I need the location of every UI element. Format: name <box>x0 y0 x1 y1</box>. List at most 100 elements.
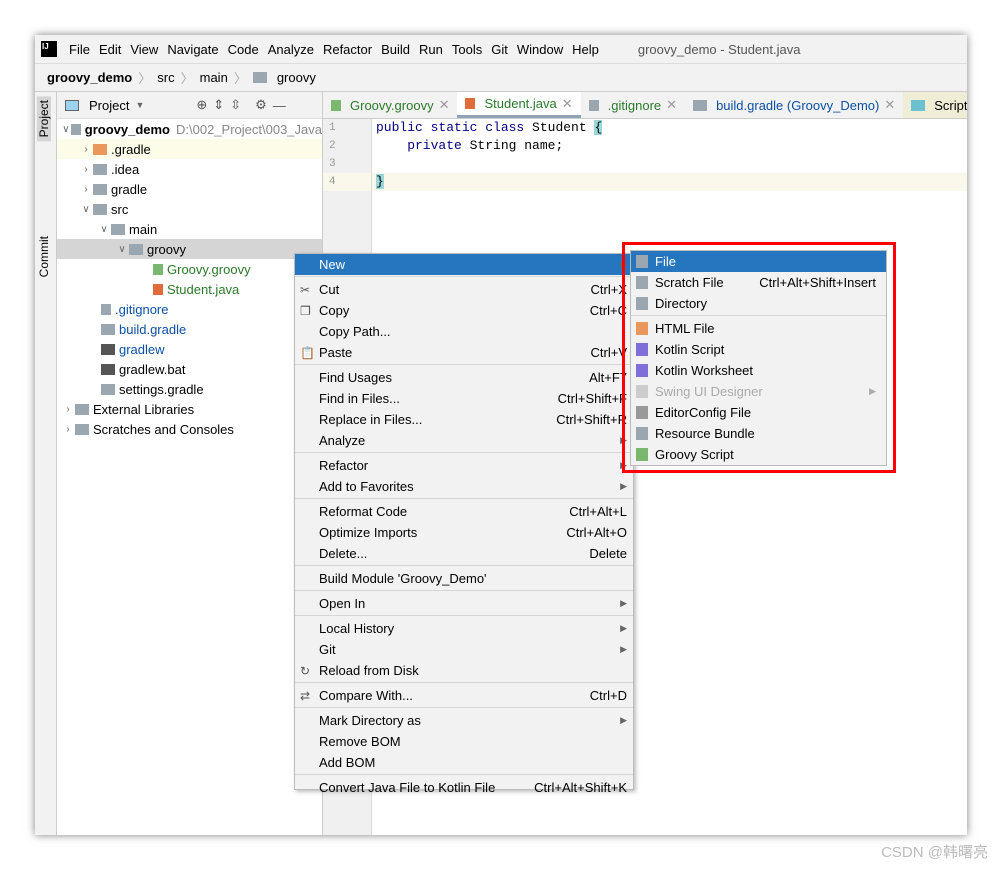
tab-script[interactable]: Script.java <box>903 92 967 118</box>
context-item-delete[interactable]: Delete... Delete <box>295 543 633 564</box>
context-item-new[interactable]: New ▶ <box>295 254 633 275</box>
menu-item-shortcut: Ctrl+Shift+F <box>557 391 627 406</box>
menu-item-label: Find Usages <box>319 370 392 385</box>
menu-build[interactable]: Build <box>381 42 410 57</box>
tree-item-selected[interactable]: ∨ groovy <box>57 239 322 259</box>
context-item-cut[interactable]: ✂ Cut Ctrl+X <box>295 279 633 300</box>
context-item-git[interactable]: Git ▶ <box>295 639 633 660</box>
menu-window[interactable]: Window <box>517 42 563 57</box>
crumb-project[interactable]: groovy_demo <box>47 70 132 85</box>
context-item-analyze[interactable]: Analyze ▶ <box>295 430 633 451</box>
submenu-arrow-icon: ▶ <box>620 623 627 633</box>
tree-item[interactable]: gradlew.bat <box>57 359 322 379</box>
menu-code[interactable]: Code <box>228 42 259 57</box>
menu-item-label: Build Module 'Groovy_Demo' <box>319 571 487 586</box>
collapse-all-icon[interactable]: ⇳ <box>230 97 241 113</box>
menu-navigate[interactable]: Navigate <box>167 42 218 57</box>
submenu-arrow-icon: ▶ <box>620 598 627 608</box>
context-item-find-in-files[interactable]: Find in Files... Ctrl+Shift+F <box>295 388 633 409</box>
tree-item[interactable]: › Scratches and Consoles <box>57 419 322 439</box>
menu-item-label: Refactor <box>319 458 369 473</box>
locate-icon[interactable]: ⊕ <box>196 97 207 113</box>
tree-item[interactable]: › .gradle <box>57 139 322 159</box>
context-item-optimize-imports[interactable]: Optimize Imports Ctrl+Alt+O <box>295 522 633 543</box>
tree-item[interactable]: gradlew <box>57 339 322 359</box>
menu-file[interactable]: File <box>69 42 90 57</box>
tree-item[interactable]: settings.gradle <box>57 379 322 399</box>
gear-icon[interactable]: ⚙ <box>255 97 267 113</box>
chevron-icon: 〉 <box>180 71 194 86</box>
crumb-main[interactable]: main <box>200 70 228 85</box>
minimize-icon[interactable]: — <box>273 98 286 113</box>
tree-item[interactable]: Student.java <box>57 279 322 299</box>
context-item-open-in[interactable]: Open In ▶ <box>295 593 633 614</box>
tree-item[interactable]: .gitignore <box>57 299 322 319</box>
highlight-box <box>622 242 896 473</box>
project-tool-button[interactable]: Project <box>37 96 51 142</box>
submenu-arrow-icon: ▶ <box>620 481 627 491</box>
menu-refactor[interactable]: Refactor <box>323 42 372 57</box>
tree-item[interactable]: ∨ main <box>57 219 322 239</box>
context-item-mark-directory-as[interactable]: Mark Directory as ▶ <box>295 710 633 731</box>
context-item-reformat-code[interactable]: Reformat Code Ctrl+Alt+L <box>295 501 633 522</box>
context-item-paste[interactable]: 📋 Paste Ctrl+V <box>295 342 633 363</box>
menu-item-label: Compare With... <box>319 688 413 703</box>
close-icon: ✕ <box>438 97 450 112</box>
context-item-replace-in-files[interactable]: Replace in Files... Ctrl+Shift+R <box>295 409 633 430</box>
menu-item-label: Add to Favorites <box>319 479 414 494</box>
context-item-build-module-groovy-demo[interactable]: Build Module 'Groovy_Demo' <box>295 568 633 589</box>
menu-analyze[interactable]: Analyze <box>268 42 314 57</box>
close-icon: ✕ <box>884 97 896 112</box>
context-item-copy-path[interactable]: Copy Path... <box>295 321 633 342</box>
project-view-dropdown[interactable]: Project <box>89 98 129 113</box>
menu-item-label: Convert Java File to Kotlin File <box>319 780 496 795</box>
tree-item[interactable]: build.gradle <box>57 319 322 339</box>
tree-item[interactable]: › gradle <box>57 179 322 199</box>
menu-edit[interactable]: Edit <box>99 42 121 57</box>
context-item-refactor[interactable]: Refactor ▶ <box>295 455 633 476</box>
tree-root[interactable]: ∨ groovy_demo D:\002_Project\003_Java <box>57 119 322 139</box>
context-item-convert-java-file-to-kotlin-file[interactable]: Convert Java File to Kotlin File Ctrl+Alt… <box>295 777 633 798</box>
context-item-add-to-favorites[interactable]: Add to Favorites ▶ <box>295 476 633 497</box>
tree-item[interactable]: › .idea <box>57 159 322 179</box>
tab-gitignore[interactable]: .gitignore ✕ <box>581 92 685 118</box>
tree-item[interactable]: ∨ src <box>57 199 322 219</box>
menu-item-label: Remove BOM <box>319 734 401 749</box>
menu-view[interactable]: View <box>130 42 158 57</box>
context-item-compare-with[interactable]: ⇄ Compare With... Ctrl+D <box>295 685 633 706</box>
crumb-groovy[interactable]: groovy <box>277 70 316 85</box>
context-item-copy[interactable]: ❐ Copy Ctrl+C <box>295 300 633 321</box>
menu-tools[interactable]: Tools <box>452 42 482 57</box>
menu-run[interactable]: Run <box>419 42 443 57</box>
project-panel-header: Project ▼ ⊕ ⇕ ⇳ ⚙ — <box>57 92 322 119</box>
code-editor[interactable]: public static class Student { private St… <box>372 119 967 191</box>
tab-build-gradle[interactable]: build.gradle (Groovy_Demo) ✕ <box>685 92 903 118</box>
tab-groovy[interactable]: Groovy.groovy ✕ <box>323 92 457 118</box>
editor-tabs: Groovy.groovy ✕ Student.java ✕ .gitignore ✕… <box>323 92 967 119</box>
context-item-add-bom[interactable]: Add BOM <box>295 752 633 773</box>
watermark: CSDN @韩曙亮 <box>881 844 988 861</box>
menu-item-label: Find in Files... <box>319 391 400 406</box>
context-item-reload-from-disk[interactable]: ↻ Reload from Disk <box>295 660 633 681</box>
menu-item-icon: ⇄ <box>300 688 311 703</box>
menu-help[interactable]: Help <box>572 42 599 57</box>
tree-item[interactable]: Groovy.groovy <box>57 259 322 279</box>
menu-item-label: Copy <box>319 303 350 318</box>
tree-item[interactable]: › External Libraries <box>57 399 322 419</box>
menu-item-label: Open In <box>319 596 366 611</box>
chevron-icon: 〉 <box>233 71 247 86</box>
expand-all-icon[interactable]: ⇕ <box>213 97 224 113</box>
project-tree: ∨ groovy_demo D:\002_Project\003_Java › .gr… <box>57 119 322 439</box>
menu-item-shortcut: Ctrl+Alt+L <box>569 504 627 519</box>
dropdown-arrow-icon: ▼ <box>135 100 145 110</box>
menu-item-label: Analyze <box>319 433 366 448</box>
context-item-local-history[interactable]: Local History ▶ <box>295 618 633 639</box>
crumb-src[interactable]: src <box>157 70 174 85</box>
menu-item-shortcut: Ctrl+Alt+Shift+K <box>534 780 627 795</box>
context-item-find-usages[interactable]: Find Usages Alt+F7 <box>295 367 633 388</box>
commit-tool-button[interactable]: Commit <box>37 232 51 281</box>
menu-item-label: Optimize Imports <box>319 525 418 540</box>
context-item-remove-bom[interactable]: Remove BOM <box>295 731 633 752</box>
tab-student[interactable]: Student.java ✕ <box>457 92 581 118</box>
menu-git[interactable]: Git <box>491 42 508 57</box>
